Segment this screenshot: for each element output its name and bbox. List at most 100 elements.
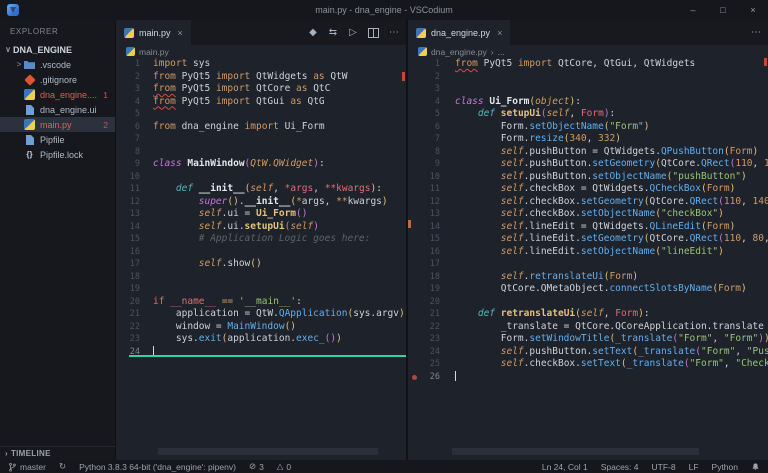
line-number[interactable]: 6 xyxy=(116,121,140,134)
code-line[interactable]: 26 xyxy=(408,371,768,384)
line-number[interactable]: 19 xyxy=(116,283,140,296)
timeline-section[interactable]: › TIMELINE xyxy=(0,446,115,460)
code-line[interactable]: 19 xyxy=(116,283,406,296)
line-number[interactable]: 17 xyxy=(408,258,440,271)
line-number[interactable]: 11 xyxy=(116,183,140,196)
line-number[interactable]: 9 xyxy=(408,158,440,171)
line-number[interactable]: 17 xyxy=(116,258,140,271)
line-number[interactable]: 16 xyxy=(408,246,440,259)
tab-dna-engine-py[interactable]: dna_engine.py × xyxy=(408,20,510,45)
line-number[interactable]: 5 xyxy=(116,108,140,121)
line-number[interactable]: 13 xyxy=(116,208,140,221)
line-number[interactable]: 21 xyxy=(408,308,440,321)
code-line[interactable]: 18 xyxy=(116,271,406,284)
open-changes-icon[interactable]: ⇆ xyxy=(328,27,338,39)
code-line[interactable]: 11 def __init__(self, *args, **kwargs): xyxy=(116,183,406,196)
tree-item-main-py[interactable]: main.py2 xyxy=(0,117,115,132)
tree-item-pipfile-lock[interactable]: {}Pipfile.lock xyxy=(0,147,115,162)
line-number[interactable]: 16 xyxy=(116,246,140,259)
code-line[interactable]: 20if __name__ == '__main__': xyxy=(116,296,406,309)
line-number[interactable]: 2 xyxy=(116,71,140,84)
line-number[interactable]: 4 xyxy=(116,96,140,109)
code-line[interactable]: 20 xyxy=(408,296,768,309)
status-item[interactable]: LF xyxy=(689,462,699,472)
line-number[interactable]: 7 xyxy=(408,133,440,146)
code-line[interactable]: 3 xyxy=(408,83,768,96)
code-line[interactable]: 1import sys xyxy=(116,58,406,71)
tree-item-dna-engine-ui[interactable]: dna_engine.ui xyxy=(0,102,115,117)
close-tab-icon[interactable]: × xyxy=(497,28,502,38)
tab-main-py[interactable]: main.py × xyxy=(116,20,191,45)
line-number[interactable]: 24 xyxy=(408,346,440,359)
run-debug-icon[interactable]: ▷ xyxy=(348,27,358,39)
code-line[interactable]: 19 QtCore.QMetaObject.connectSlotsByName… xyxy=(408,283,768,296)
line-number[interactable]: 15 xyxy=(116,233,140,246)
code-line[interactable]: 4from PyQt5 import QtGui as QtG xyxy=(116,96,406,109)
code-line[interactable]: 7 Form.resize(340, 332) xyxy=(408,133,768,146)
code-line[interactable]: 8 xyxy=(116,146,406,159)
breadcrumb-item[interactable]: dna_engine.py xyxy=(431,47,487,57)
code-line[interactable]: 13 self.checkBox.setObjectName("checkBox… xyxy=(408,208,768,221)
line-number[interactable]: 14 xyxy=(408,221,440,234)
line-number[interactable]: 18 xyxy=(116,271,140,284)
line-number[interactable]: 5 xyxy=(408,108,440,121)
breadcrumb-left[interactable]: main.py xyxy=(116,45,406,58)
line-number[interactable]: 14 xyxy=(116,221,140,234)
status-item-error[interactable]: ⊘3 xyxy=(249,461,264,472)
code-line[interactable]: 2 xyxy=(408,71,768,84)
line-number[interactable]: 2 xyxy=(408,71,440,84)
code-line[interactable]: 5 xyxy=(116,108,406,121)
code-line[interactable]: 14 self.ui.setupUi(self) xyxy=(116,221,406,234)
line-number[interactable]: 21 xyxy=(116,308,140,321)
code-line[interactable]: 24 self.pushButton.setText(_translate("F… xyxy=(408,346,768,359)
code-line[interactable]: 17 xyxy=(408,258,768,271)
status-item-branch[interactable]: master xyxy=(8,462,46,472)
line-number[interactable]: 10 xyxy=(116,171,140,184)
line-number[interactable]: 20 xyxy=(408,296,440,309)
maximize-button[interactable]: □ xyxy=(708,0,738,20)
code-line[interactable]: 2from PyQt5 import QtWidgets as QtW xyxy=(116,71,406,84)
status-item[interactable]: UTF-8 xyxy=(652,462,676,472)
line-number[interactable]: 19 xyxy=(408,283,440,296)
line-number[interactable]: 7 xyxy=(116,133,140,146)
breadcrumb-item[interactable]: ... xyxy=(498,47,505,57)
tree-item--gitignore[interactable]: .gitignore xyxy=(0,72,115,87)
code-line[interactable]: 7 xyxy=(116,133,406,146)
line-number[interactable]: 8 xyxy=(116,146,140,159)
line-number[interactable]: 23 xyxy=(116,333,140,346)
code-line[interactable]: 3from PyQt5 import QtCore as QtC xyxy=(116,83,406,96)
line-number[interactable]: 6 xyxy=(408,121,440,134)
minimize-button[interactable]: – xyxy=(678,0,708,20)
code-line[interactable]: 21 application = QtW.QApplication(sys.ar… xyxy=(116,308,406,321)
code-line[interactable]: 1from PyQt5 import QtCore, QtGui, QtWidg… xyxy=(408,58,768,71)
code-line[interactable]: 5 def setupUi(self, Form): xyxy=(408,108,768,121)
code-line[interactable]: 13 self.ui = Ui_Form() xyxy=(116,208,406,221)
split-editor-icon[interactable] xyxy=(368,27,379,39)
close-button[interactable]: × xyxy=(738,0,768,20)
code-line[interactable]: 16 xyxy=(116,246,406,259)
code-line[interactable]: 17 self.show() xyxy=(116,258,406,271)
horizontal-scrollbar-left[interactable] xyxy=(158,448,378,455)
code-line[interactable]: 14 self.lineEdit = QtWidgets.QLineEdit(F… xyxy=(408,221,768,234)
code-line[interactable]: 12 self.checkBox.setGeometry(QtCore.QRec… xyxy=(408,196,768,209)
horizontal-scrollbar-right[interactable] xyxy=(452,448,699,455)
code-line[interactable]: 22 _translate = QtCore.QCoreApplication.… xyxy=(408,321,768,334)
code-line[interactable]: 23 Form.setWindowTitle(_translate("Form"… xyxy=(408,333,768,346)
breadcrumb-item[interactable]: main.py xyxy=(139,47,169,57)
line-number[interactable]: 10 xyxy=(408,171,440,184)
more-actions-icon[interactable]: ⋯ xyxy=(751,27,761,39)
line-number[interactable]: 4 xyxy=(408,96,440,109)
status-item[interactable]: Python xyxy=(712,462,738,472)
line-number[interactable]: 3 xyxy=(116,83,140,96)
tree-item-dna-engine-[interactable]: dna_engine....1 xyxy=(0,87,115,102)
status-item[interactable]: Spaces: 4 xyxy=(601,462,639,472)
code-line[interactable]: 15 # Application Logic goes here: xyxy=(116,233,406,246)
code-line[interactable]: 9class MainWindow(QtW.QWidget): xyxy=(116,158,406,171)
run-python-diamond-icon[interactable]: ◆ xyxy=(308,27,318,39)
line-number[interactable]: 22 xyxy=(408,321,440,334)
line-number[interactable]: 1 xyxy=(408,58,440,71)
line-number[interactable]: 12 xyxy=(116,196,140,209)
code-line[interactable]: 12 super().__init__(*args, **kwargs) xyxy=(116,196,406,209)
code-line[interactable]: 6from dna_engine import Ui_Form xyxy=(116,121,406,134)
breakpoint-dot[interactable] xyxy=(412,375,417,380)
